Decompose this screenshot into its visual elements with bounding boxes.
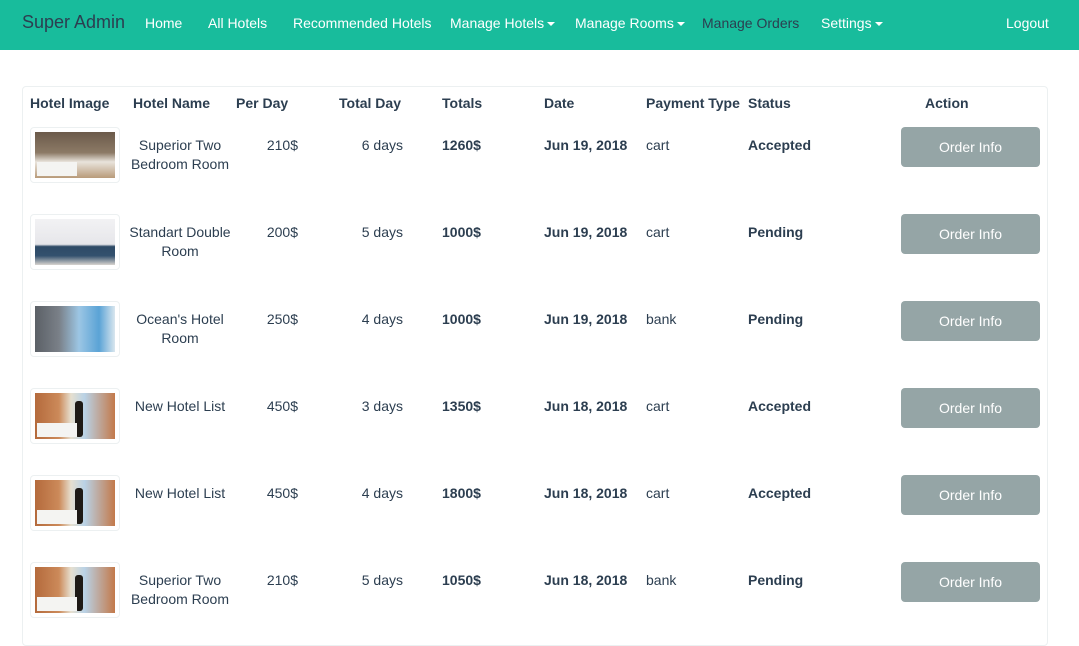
order-date: Jun 19, 2018 [544, 224, 628, 240]
header-totals: Totals [442, 95, 483, 111]
total-day: 4 days [361, 311, 403, 327]
payment-type: bank [646, 572, 677, 588]
hotel-name: Superior Two Bedroom Room [130, 572, 230, 607]
hotel-name: Ocean's Hotel Room [136, 311, 224, 346]
totals: 1350$ [442, 398, 481, 414]
header-payment-type: Payment Type [646, 95, 740, 111]
hotel-photo [35, 306, 115, 352]
header-total-day: Total Day [339, 95, 401, 111]
order-date: Jun 18, 2018 [544, 485, 628, 501]
per-day: 250$ [266, 311, 298, 327]
header-hotel-name: Hotel Name [133, 95, 211, 111]
per-day: 200$ [266, 224, 298, 240]
table-row: New Hotel List 450$ 4 days 1800$ Jun 18,… [22, 472, 1048, 559]
order-info-button[interactable]: Order Info [901, 388, 1040, 428]
hotel-thumbnail [30, 475, 120, 531]
totals: 1800$ [442, 485, 481, 501]
totals: 1000$ [442, 311, 481, 327]
status: Accepted [748, 485, 812, 501]
payment-type: bank [646, 311, 677, 327]
hotel-photo [35, 219, 115, 265]
order-info-button[interactable]: Order Info [901, 301, 1040, 341]
nav-settings[interactable]: Settings [821, 15, 883, 31]
hotel-name: New Hotel List [134, 398, 226, 414]
hotel-photo [35, 567, 115, 613]
table-row: Superior Two Bedroom Room 210$ 5 days 10… [22, 559, 1048, 646]
status: Pending [748, 224, 804, 240]
order-info-button[interactable]: Order Info [901, 562, 1040, 602]
total-day: 5 days [361, 572, 403, 588]
per-day: 210$ [266, 572, 298, 588]
payment-type: cart [646, 224, 670, 240]
status: Pending [748, 311, 804, 327]
hotel-photo [35, 480, 115, 526]
bed-shape [37, 162, 77, 176]
caret-down-icon [547, 22, 556, 27]
totals: 1260$ [442, 137, 481, 153]
order-date: Jun 18, 2018 [544, 572, 628, 588]
total-day: 6 days [361, 137, 403, 153]
per-day: 210$ [266, 137, 298, 153]
hotel-thumbnail [30, 301, 120, 357]
order-info-button[interactable]: Order Info [901, 127, 1040, 167]
order-date: Jun 19, 2018 [544, 311, 628, 327]
payment-type: cart [646, 485, 670, 501]
payment-type: cart [646, 398, 670, 414]
total-day: 5 days [361, 224, 403, 240]
totals: 1050$ [442, 572, 481, 588]
per-day: 450$ [266, 485, 298, 501]
nav-manage-hotels-label: Manage Hotels [450, 15, 545, 31]
hotel-thumbnail [30, 562, 120, 618]
total-day: 3 days [361, 398, 403, 414]
nav-manage-hotels[interactable]: Manage Hotels [450, 15, 556, 31]
logout-link[interactable]: Logout [1006, 15, 1049, 31]
nav-manage-orders[interactable]: Manage Orders [702, 15, 799, 31]
status: Pending [748, 572, 804, 588]
bed-shape [37, 597, 77, 611]
hotel-name: New Hotel List [134, 485, 226, 501]
header-date: Date [544, 95, 575, 111]
totals: 1000$ [442, 224, 481, 240]
hotel-name: Standart Double Room [129, 224, 231, 259]
hotel-thumbnail [30, 388, 120, 444]
status: Accepted [748, 398, 812, 414]
table-row: Ocean's Hotel Room 250$ 4 days 1000$ Jun… [22, 298, 1048, 385]
hotel-photo [35, 393, 115, 439]
payment-type: cart [646, 137, 670, 153]
header-hotel-image: Hotel Image [30, 95, 110, 111]
brand-title[interactable]: Super Admin [22, 12, 125, 33]
nav-home[interactable]: Home [145, 15, 182, 31]
caret-down-icon [874, 22, 883, 27]
caret-down-icon [676, 22, 685, 27]
top-navbar: Super Admin Home All Hotels Recommended … [0, 0, 1079, 50]
header-action: Action [925, 95, 969, 111]
nav-manage-rooms-label: Manage Rooms [575, 15, 674, 31]
table-row: Superior Two Bedroom Room 210$ 6 days 12… [22, 124, 1048, 211]
hotel-name: Superior Two Bedroom Room [130, 137, 230, 172]
per-day: 450$ [266, 398, 298, 414]
nav-all-hotels[interactable]: All Hotels [208, 15, 267, 31]
total-day: 4 days [361, 485, 403, 501]
nav-recommended-hotels[interactable]: Recommended Hotels [293, 15, 432, 31]
table-row: Standart Double Room 200$ 5 days 1000$ J… [22, 211, 1048, 298]
order-date: Jun 19, 2018 [544, 137, 628, 153]
hotel-thumbnail [30, 127, 120, 183]
bed-shape [37, 423, 77, 437]
nav-settings-label: Settings [821, 15, 872, 31]
hotel-photo [35, 132, 115, 178]
header-status: Status [748, 95, 791, 111]
order-date: Jun 18, 2018 [544, 398, 628, 414]
order-info-button[interactable]: Order Info [901, 475, 1040, 515]
bed-shape [37, 510, 77, 524]
header-per-day: Per Day [236, 95, 289, 111]
table-row: New Hotel List 450$ 3 days 1350$ Jun 18,… [22, 385, 1048, 472]
order-info-button[interactable]: Order Info [901, 214, 1040, 254]
hotel-thumbnail [30, 214, 120, 270]
status: Accepted [748, 137, 812, 153]
nav-manage-rooms[interactable]: Manage Rooms [575, 15, 685, 31]
